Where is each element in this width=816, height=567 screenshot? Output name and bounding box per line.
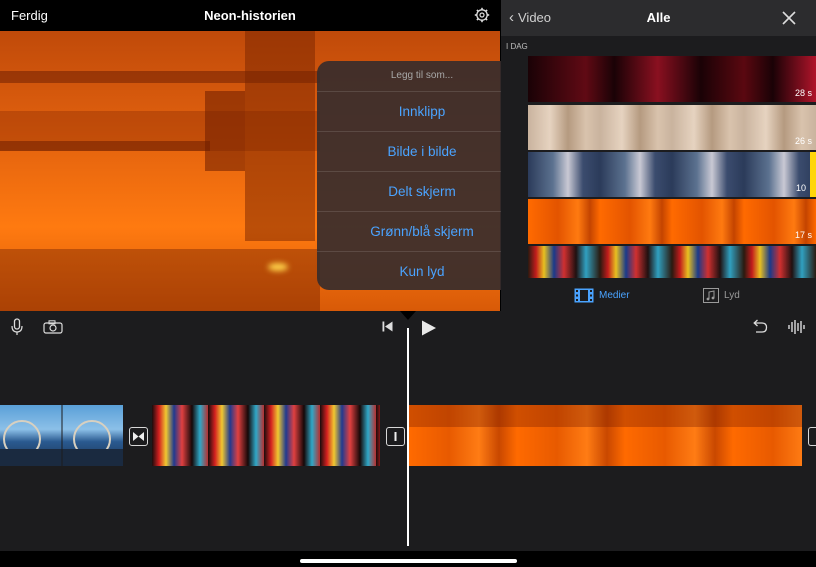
tab-audio[interactable]: Lyd <box>703 288 740 303</box>
ferris-wheel-thumbnail <box>0 405 123 466</box>
preview-table <box>0 249 320 311</box>
timeline-clip[interactable] <box>0 405 123 466</box>
clip-duration: 10 <box>795 183 806 193</box>
skip-to-start-icon[interactable] <box>382 321 393 332</box>
preview-rail <box>0 141 210 151</box>
media-clip[interactable]: 28 s <box>528 56 816 102</box>
media-clip[interactable] <box>528 246 816 278</box>
camera-icon[interactable] <box>43 320 63 334</box>
clip-thumbnail-band <box>409 405 802 427</box>
menu-item-audio-only[interactable]: Kun lyd <box>317 251 527 290</box>
clip-duration: 28 s <box>794 88 812 98</box>
menu-item-cutaway[interactable]: Innklipp <box>317 91 527 132</box>
playhead[interactable] <box>407 328 409 546</box>
cut-transition-icon <box>394 432 397 441</box>
play-icon[interactable] <box>421 320 437 336</box>
media-clip[interactable]: 26 s <box>528 105 816 150</box>
media-browser: ‹ Video Alle I DAG 28 s 26 s 10 17 s Medi… <box>501 0 816 311</box>
tab-media-label: Medier <box>599 290 630 301</box>
menu-item-split-screen[interactable]: Delt skjerm <box>317 171 527 212</box>
home-indicator[interactable] <box>300 559 517 563</box>
section-header: I DAG <box>506 42 528 51</box>
media-clip[interactable]: 17 s <box>528 199 816 244</box>
music-note-icon <box>703 288 719 303</box>
gear-icon[interactable] <box>474 7 490 23</box>
audio-waveform-icon[interactable] <box>788 319 806 335</box>
media-clip-selected[interactable]: 10 <box>528 152 816 197</box>
undo-icon[interactable] <box>751 319 768 334</box>
playhead-notch <box>400 311 416 320</box>
transition-button[interactable] <box>129 427 148 446</box>
clip-duration: 17 s <box>794 230 812 240</box>
tab-audio-label: Lyd <box>724 290 740 301</box>
preview-tool-head <box>245 31 315 241</box>
project-title: Neon-historien <box>204 8 296 23</box>
browser-tabs: Medier Lyd <box>501 281 816 311</box>
add-as-menu: Legg til som... Innklipp Bilde i bilde D… <box>317 61 527 290</box>
preview-laser-spot <box>268 263 288 271</box>
preview-bracket <box>205 91 245 171</box>
film-icon <box>574 288 594 303</box>
menu-item-green-blue-screen[interactable]: Grønn/blå skjerm <box>317 211 527 252</box>
add-as-menu-title: Legg til som... <box>390 70 454 81</box>
close-icon[interactable] <box>781 10 797 26</box>
transition-button[interactable] <box>386 427 405 446</box>
timeline-clip[interactable] <box>152 405 380 466</box>
clip-duration: 26 s <box>794 136 812 146</box>
microphone-icon[interactable] <box>11 318 23 336</box>
menu-item-picture-in-picture[interactable]: Bilde i bilde <box>317 131 527 172</box>
transition-button[interactable] <box>808 427 816 446</box>
tab-media[interactable]: Medier <box>574 288 630 303</box>
browser-title: Alle <box>646 10 671 25</box>
timeline-clip[interactable] <box>409 405 802 466</box>
bowtie-transition-icon <box>133 432 144 441</box>
